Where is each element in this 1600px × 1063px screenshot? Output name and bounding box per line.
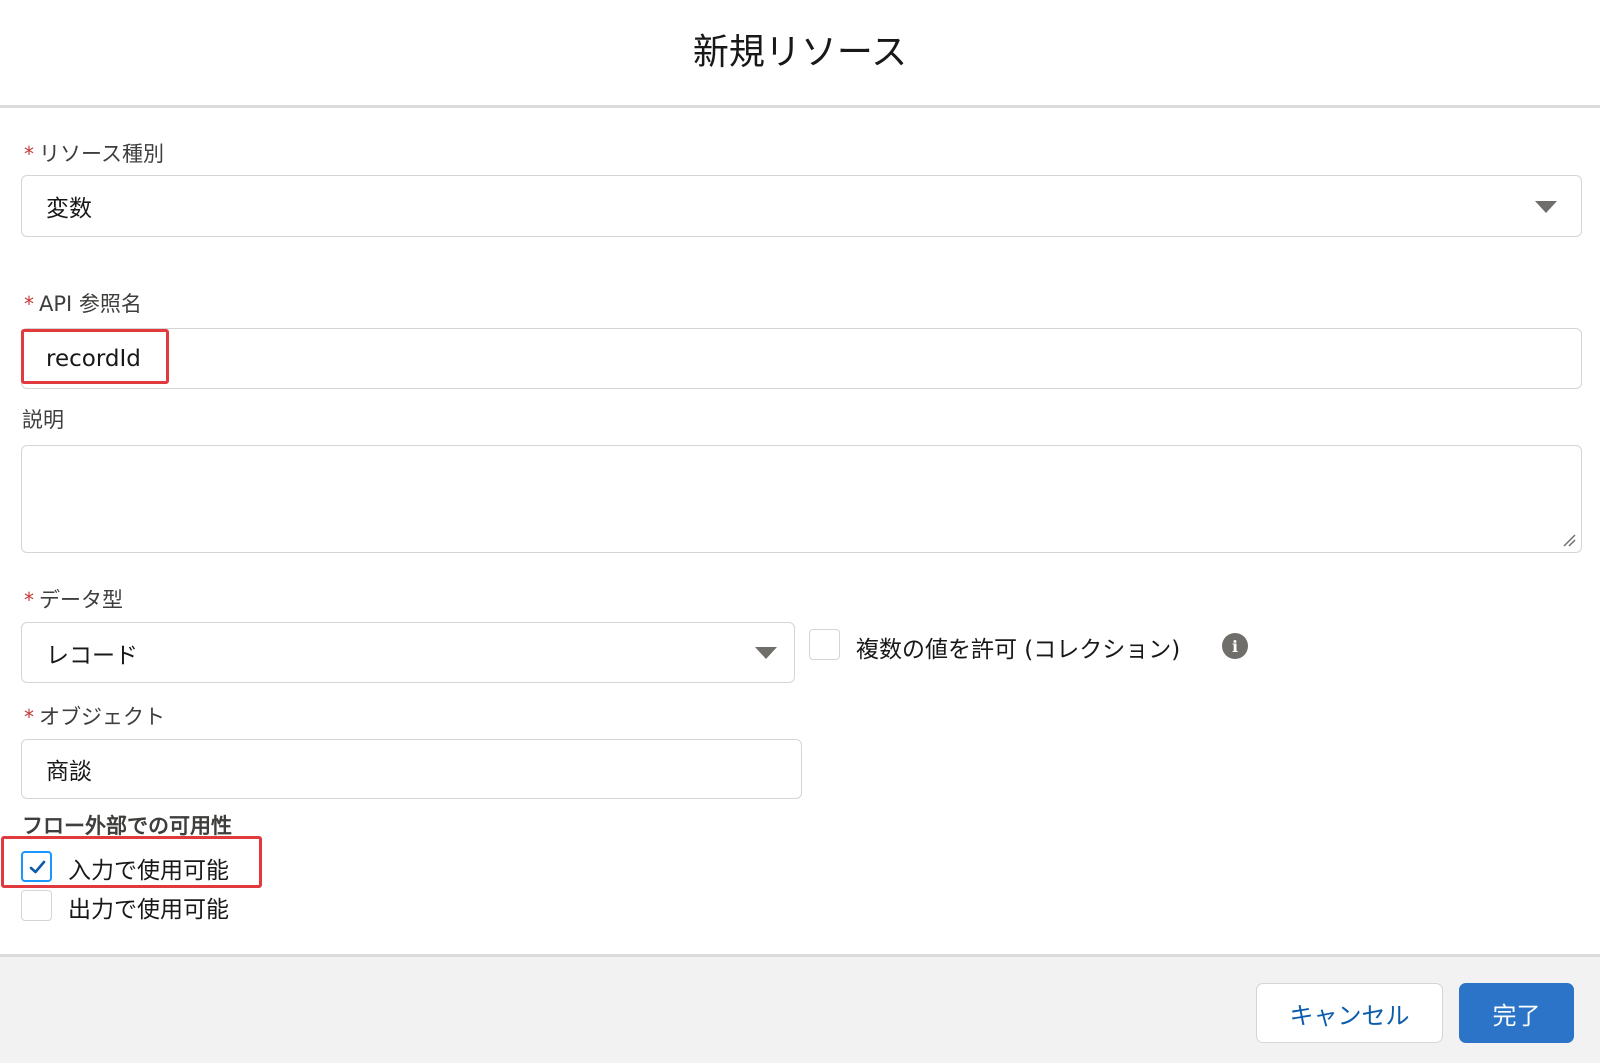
available-for-output-checkbox[interactable] (21, 890, 52, 921)
cancel-button[interactable]: キャンセル (1256, 983, 1443, 1043)
available-for-input-label: 入力で使用可能 (68, 858, 229, 884)
data-type-label-text: データ型 (39, 588, 123, 612)
available-for-output-label: 出力で使用可能 (68, 897, 229, 923)
allow-multiple-label: 複数の値を許可 (コレクション) (856, 637, 1181, 663)
api-name-input[interactable]: recordId (21, 328, 1582, 389)
api-name-label: * API 参照名 (24, 288, 142, 318)
api-name-label-text: API 参照名 (39, 292, 142, 316)
description-label-text: 説明 (22, 408, 64, 432)
data-type-select[interactable]: レコード (21, 622, 795, 683)
resource-type-value: 変数 (46, 196, 92, 222)
modal-title: 新規リソース (692, 31, 908, 73)
object-label: * オブジェクト (24, 701, 165, 731)
description-textarea[interactable] (21, 445, 1582, 553)
required-mark: * (24, 705, 34, 729)
info-icon[interactable]: i (1222, 633, 1248, 659)
modal-header: 新規リソース (0, 0, 1600, 108)
resource-type-label: * リソース種別 (24, 138, 164, 168)
object-label-text: オブジェクト (39, 705, 165, 729)
resize-handle-icon[interactable] (1562, 533, 1576, 547)
data-type-label: * データ型 (24, 584, 123, 614)
done-button[interactable]: 完了 (1459, 983, 1574, 1043)
dropdown-caret-icon (1535, 201, 1557, 213)
available-for-input-checkbox[interactable] (21, 851, 52, 882)
availability-section-title: フロー外部での可用性 (22, 814, 232, 838)
modal-footer: キャンセル 完了 (0, 954, 1600, 1063)
required-mark: * (24, 588, 34, 612)
checkmark-icon (29, 860, 46, 874)
required-mark: * (24, 292, 34, 316)
dropdown-caret-icon (755, 647, 777, 659)
resource-type-label-text: リソース種別 (39, 142, 164, 166)
required-mark: * (24, 142, 34, 166)
data-type-value: レコード (46, 642, 138, 669)
resource-type-select[interactable]: 変数 (21, 175, 1582, 237)
object-value: 商談 (46, 759, 92, 785)
api-name-value: recordId (46, 345, 141, 372)
object-input[interactable]: 商談 (21, 739, 802, 799)
allow-multiple-checkbox[interactable] (809, 629, 840, 660)
description-label: 説明 (22, 404, 64, 434)
